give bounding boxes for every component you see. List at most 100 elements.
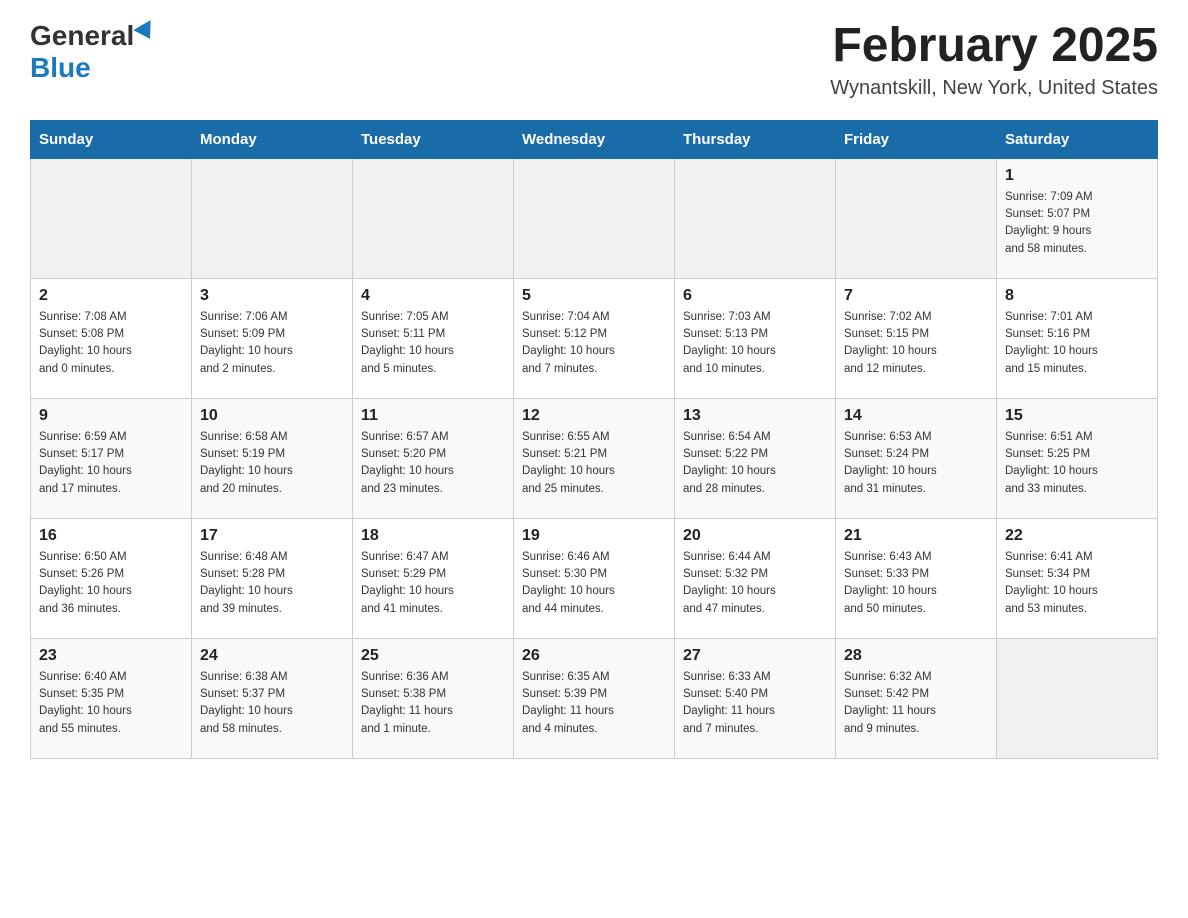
calendar-cell: 4Sunrise: 7:05 AM Sunset: 5:11 PM Daylig… — [353, 278, 514, 398]
day-info: Sunrise: 7:05 AM Sunset: 5:11 PM Dayligh… — [361, 309, 505, 378]
calendar-week-row: 2 Sunrise: 7:08 AM Sunset: 5:08 PM Daylig… — [31, 278, 1158, 398]
day-info: Sunrise: 7:04 AM Sunset: 5:12 PM Dayligh… — [522, 309, 666, 378]
day-number: 6 — [683, 287, 827, 305]
day-number: 11 — [361, 407, 505, 425]
day-number: 3 — [200, 287, 344, 305]
calendar-cell: 26 Sunrise: 6:35 AM Sunset: 5:39 PM Dayli… — [514, 638, 675, 758]
day-number: 14 — [844, 407, 988, 425]
day-number: 2 — [39, 287, 183, 305]
calendar-week-row: 16 Sunrise: 6:50 AM Sunset: 5:26 PM Dayli… — [31, 518, 1158, 638]
calendar-cell: 22 Sunrise: 6:41 AM Sunset: 5:34 PM Dayli… — [997, 518, 1158, 638]
day-number: 10 — [200, 407, 344, 425]
day-info: Sunrise: 6:36 AM Sunset: 5:38 PM Dayligh… — [361, 669, 505, 738]
calendar-cell: 13 Sunrise: 6:54 AM Sunset: 5:22 PM Dayli… — [675, 398, 836, 518]
calendar-cell: 20 Sunrise: 6:44 AM Sunset: 5:32 PM Dayli… — [675, 518, 836, 638]
calendar-cell: 23Sunrise: 6:40 AM Sunset: 5:35 PM Dayli… — [31, 638, 192, 758]
calendar-cell — [353, 158, 514, 278]
day-number: 26 — [522, 647, 666, 665]
page-title: February 2025 — [830, 20, 1158, 73]
calendar-cell: 25 Sunrise: 6:36 AM Sunset: 5:38 PM Dayli… — [353, 638, 514, 758]
day-info: Sunrise: 6:40 AM Sunset: 5:35 PM Dayligh… — [39, 669, 183, 738]
day-info: Sunrise: 6:46 AM Sunset: 5:30 PM Dayligh… — [522, 549, 666, 618]
day-number: 16 — [39, 527, 183, 545]
day-number: 7 — [844, 287, 988, 305]
day-info: Sunrise: 6:38 AM Sunset: 5:37 PM Dayligh… — [200, 669, 344, 738]
day-info: Sunrise: 6:35 AM Sunset: 5:39 PM Dayligh… — [522, 669, 666, 738]
day-info: Sunrise: 6:53 AM Sunset: 5:24 PM Dayligh… — [844, 429, 988, 498]
day-info: Sunrise: 6:50 AM Sunset: 5:26 PM Dayligh… — [39, 549, 183, 618]
calendar-table: SundayMondayTuesdayWednesdayThursdayFrid… — [30, 120, 1158, 759]
day-number: 18 — [361, 527, 505, 545]
day-info: Sunrise: 6:51 AM Sunset: 5:25 PM Dayligh… — [1005, 429, 1149, 498]
weekday-header-sunday: Sunday — [31, 120, 192, 158]
calendar-cell: 24 Sunrise: 6:38 AM Sunset: 5:37 PM Dayli… — [192, 638, 353, 758]
day-number: 15 — [1005, 407, 1149, 425]
calendar-week-row: 23Sunrise: 6:40 AM Sunset: 5:35 PM Dayli… — [31, 638, 1158, 758]
weekday-header-wednesday: Wednesday — [514, 120, 675, 158]
calendar-cell — [675, 158, 836, 278]
logo-triangle-icon — [134, 20, 159, 44]
day-number: 8 — [1005, 287, 1149, 305]
day-info: Sunrise: 7:08 AM Sunset: 5:08 PM Dayligh… — [39, 309, 183, 378]
calendar-cell: 1 Sunrise: 7:09 AM Sunset: 5:07 PM Daylig… — [997, 158, 1158, 278]
calendar-cell: 17 Sunrise: 6:48 AM Sunset: 5:28 PM Dayli… — [192, 518, 353, 638]
day-number: 9 — [39, 407, 183, 425]
day-number: 21 — [844, 527, 988, 545]
day-info: Sunrise: 6:48 AM Sunset: 5:28 PM Dayligh… — [200, 549, 344, 618]
calendar-cell: 27 Sunrise: 6:33 AM Sunset: 5:40 PM Dayli… — [675, 638, 836, 758]
day-info: Sunrise: 6:54 AM Sunset: 5:22 PM Dayligh… — [683, 429, 827, 498]
day-info: Sunrise: 6:47 AM Sunset: 5:29 PM Dayligh… — [361, 549, 505, 618]
title-block: February 2025 Wynantskill, New York, Uni… — [830, 20, 1158, 100]
calendar-cell: 19 Sunrise: 6:46 AM Sunset: 5:30 PM Dayli… — [514, 518, 675, 638]
day-info: Sunrise: 7:01 AM Sunset: 5:16 PM Dayligh… — [1005, 309, 1149, 378]
calendar-cell: 3 Sunrise: 7:06 AM Sunset: 5:09 PM Daylig… — [192, 278, 353, 398]
day-number: 13 — [683, 407, 827, 425]
calendar-cell — [31, 158, 192, 278]
calendar-week-row: 9 Sunrise: 6:59 AM Sunset: 5:17 PM Daylig… — [31, 398, 1158, 518]
calendar-cell: 21Sunrise: 6:43 AM Sunset: 5:33 PM Dayli… — [836, 518, 997, 638]
calendar-cell — [997, 638, 1158, 758]
day-info: Sunrise: 6:44 AM Sunset: 5:32 PM Dayligh… — [683, 549, 827, 618]
day-number: 1 — [1005, 167, 1149, 185]
calendar-cell: 18 Sunrise: 6:47 AM Sunset: 5:29 PM Dayli… — [353, 518, 514, 638]
day-info: Sunrise: 7:03 AM Sunset: 5:13 PM Dayligh… — [683, 309, 827, 378]
day-number: 25 — [361, 647, 505, 665]
calendar-cell: 15 Sunrise: 6:51 AM Sunset: 5:25 PM Dayli… — [997, 398, 1158, 518]
day-number: 17 — [200, 527, 344, 545]
day-number: 27 — [683, 647, 827, 665]
logo-blue-text: Blue — [30, 52, 91, 83]
day-info: Sunrise: 7:06 AM Sunset: 5:09 PM Dayligh… — [200, 309, 344, 378]
calendar-cell — [192, 158, 353, 278]
day-number: 20 — [683, 527, 827, 545]
day-info: Sunrise: 6:59 AM Sunset: 5:17 PM Dayligh… — [39, 429, 183, 498]
calendar-cell: 6 Sunrise: 7:03 AM Sunset: 5:13 PM Daylig… — [675, 278, 836, 398]
calendar-cell: 11 Sunrise: 6:57 AM Sunset: 5:20 PM Dayli… — [353, 398, 514, 518]
day-info: Sunrise: 6:33 AM Sunset: 5:40 PM Dayligh… — [683, 669, 827, 738]
calendar-cell: 9 Sunrise: 6:59 AM Sunset: 5:17 PM Daylig… — [31, 398, 192, 518]
calendar-header-row: SundayMondayTuesdayWednesdayThursdayFrid… — [31, 120, 1158, 158]
weekday-header-tuesday: Tuesday — [353, 120, 514, 158]
calendar-cell: 10Sunrise: 6:58 AM Sunset: 5:19 PM Dayli… — [192, 398, 353, 518]
weekday-header-friday: Friday — [836, 120, 997, 158]
logo: General Blue — [30, 20, 156, 84]
day-number: 12 — [522, 407, 666, 425]
weekday-header-saturday: Saturday — [997, 120, 1158, 158]
calendar-cell: 7 Sunrise: 7:02 AM Sunset: 5:15 PM Daylig… — [836, 278, 997, 398]
calendar-cell — [836, 158, 997, 278]
day-info: Sunrise: 6:57 AM Sunset: 5:20 PM Dayligh… — [361, 429, 505, 498]
day-number: 28 — [844, 647, 988, 665]
day-info: Sunrise: 7:02 AM Sunset: 5:15 PM Dayligh… — [844, 309, 988, 378]
day-number: 22 — [1005, 527, 1149, 545]
day-info: Sunrise: 6:41 AM Sunset: 5:34 PM Dayligh… — [1005, 549, 1149, 618]
calendar-cell: 12 Sunrise: 6:55 AM Sunset: 5:21 PM Dayli… — [514, 398, 675, 518]
weekday-header-monday: Monday — [192, 120, 353, 158]
weekday-header-thursday: Thursday — [675, 120, 836, 158]
logo-general-text: General — [30, 20, 134, 52]
day-info: Sunrise: 7:09 AM Sunset: 5:07 PM Dayligh… — [1005, 189, 1149, 258]
page-subtitle: Wynantskill, New York, United States — [830, 77, 1158, 100]
day-info: Sunrise: 6:55 AM Sunset: 5:21 PM Dayligh… — [522, 429, 666, 498]
day-number: 24 — [200, 647, 344, 665]
day-number: 19 — [522, 527, 666, 545]
calendar-cell: 14 Sunrise: 6:53 AM Sunset: 5:24 PM Dayli… — [836, 398, 997, 518]
calendar-cell: 5Sunrise: 7:04 AM Sunset: 5:12 PM Daylig… — [514, 278, 675, 398]
